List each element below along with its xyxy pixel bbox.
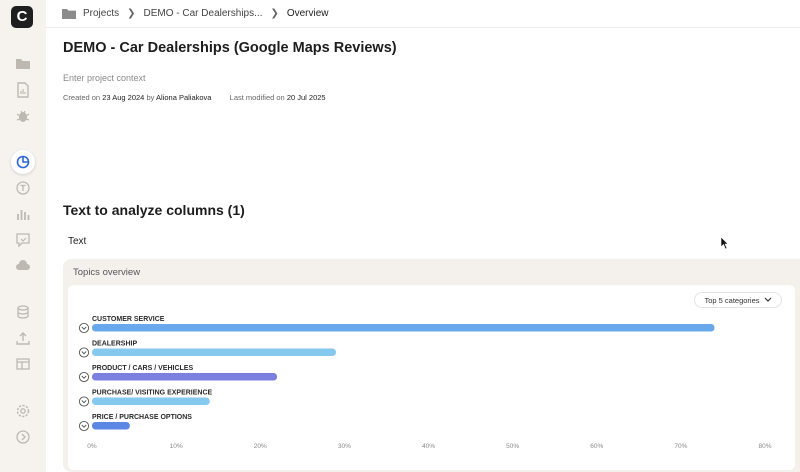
folder-icon	[62, 9, 76, 19]
chevron-down-icon	[81, 375, 87, 379]
x-tick-label: 10%	[170, 443, 183, 450]
author-name: Aliona Paliakova	[156, 93, 212, 102]
folder-icon[interactable]	[14, 55, 32, 73]
breadcrumb: Projects ❯ DEMO - Car Dealerships... ❯ O…	[46, 0, 800, 28]
sidebar: C	[0, 0, 46, 472]
x-tick-label: 40%	[422, 443, 435, 450]
category-bar[interactable]	[92, 324, 715, 332]
category-bar[interactable]	[92, 422, 130, 430]
chevron-down-icon	[81, 351, 87, 355]
breadcrumb-current: Overview	[286, 8, 329, 19]
breadcrumb-project[interactable]: DEMO - Car Dealerships...	[144, 8, 263, 19]
database-icon[interactable]	[14, 303, 32, 321]
by-label: by	[146, 93, 155, 102]
category-label: CUSTOMER SERVICE	[92, 316, 165, 323]
cloud-icon[interactable]	[14, 257, 32, 275]
expand-category-icon[interactable]	[78, 396, 90, 407]
column-name[interactable]: Text	[68, 236, 86, 247]
topics-overview-title: Topics overview	[73, 267, 141, 278]
category-label: PRODUCT / CARS / VEHICLES	[92, 365, 193, 372]
category-label: PRICE / PURCHASE OPTIONS	[92, 414, 192, 421]
topics-overview-card: Topics overview Top 5 categories CUSTOME…	[63, 259, 800, 472]
category-bar[interactable]	[92, 348, 336, 357]
bar-chart-icon[interactable]	[14, 205, 32, 223]
expand-icon[interactable]	[14, 428, 32, 446]
category-label: DEALERSHIP	[92, 341, 137, 348]
document-chart-icon[interactable]	[14, 81, 32, 99]
expand-category-icon[interactable]	[78, 322, 90, 334]
modified-label: Last modified on	[229, 93, 285, 102]
category-bar[interactable]	[92, 397, 210, 406]
chevron-down-icon	[81, 326, 87, 330]
x-tick-label: 0%	[87, 443, 97, 450]
topics-bar-chart: CUSTOMER SERVICE DEALERSHIP PRODUCT / CARS…	[78, 316, 772, 450]
columns-section-title: Text to analyze columns (1)	[63, 202, 245, 218]
x-tick-label: 20%	[254, 443, 267, 450]
project-meta: Created on 23 Aug 2024 by Aliona Paliako…	[63, 93, 326, 102]
table-icon[interactable]	[14, 355, 32, 373]
expand-category-icon[interactable]	[78, 371, 90, 383]
x-tick-label: 80%	[758, 443, 771, 450]
category-bar[interactable]	[92, 373, 278, 381]
page-title: DEMO - Car Dealerships (Google Maps Revi…	[63, 40, 397, 56]
text-circle-icon[interactable]	[14, 179, 32, 197]
chevron-down-icon	[81, 400, 87, 404]
created-date: 23 Aug 2024	[102, 93, 145, 102]
topics-chart-card: Top 5 categories CUSTOMER SERVICE DEALERS…	[68, 285, 795, 470]
project-context-input[interactable]: Enter project context	[63, 73, 146, 83]
mouse-cursor-icon	[720, 236, 729, 250]
x-tick-label: 30%	[338, 443, 351, 450]
x-tick-label: 70%	[674, 443, 687, 450]
upload-icon[interactable]	[14, 329, 32, 347]
x-tick-label: 50%	[506, 443, 519, 450]
chat-icon[interactable]	[14, 231, 32, 249]
settings-icon[interactable]	[14, 402, 32, 420]
app-logo[interactable]: C	[11, 6, 33, 28]
x-tick-label: 60%	[590, 443, 603, 450]
chevron-down-icon	[81, 424, 87, 428]
breadcrumb-projects[interactable]: Projects	[83, 8, 119, 19]
pie-chart-icon[interactable]	[14, 153, 32, 171]
bug-icon[interactable]	[14, 107, 32, 125]
category-label: PURCHASE/ VISITING EXPERIENCE	[92, 390, 213, 397]
expand-category-icon[interactable]	[78, 347, 90, 358]
chevron-right-icon: ❯	[127, 8, 136, 19]
chevron-right-icon: ❯	[270, 8, 279, 19]
expand-category-icon[interactable]	[78, 420, 90, 432]
modified-date: 20 Jul 2025	[286, 93, 326, 102]
created-label: Created on	[63, 93, 101, 102]
